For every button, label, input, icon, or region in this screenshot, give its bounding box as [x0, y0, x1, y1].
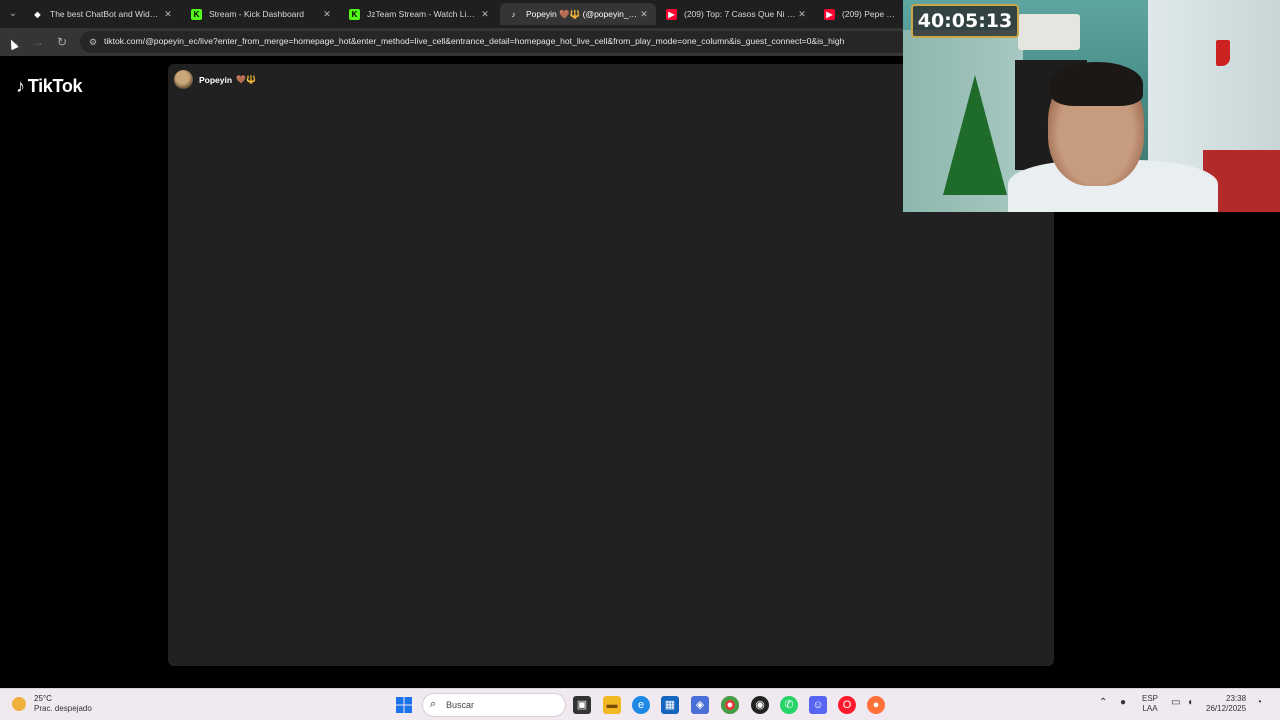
language-indicator[interactable]: ESP LAA — [1142, 694, 1158, 714]
address-bar-input[interactable]: ⚙ tiktok.com/@popeyin_ec/live?enter_from… — [80, 31, 910, 53]
kick-favicon-icon: K — [191, 8, 202, 20]
host-info[interactable]: Popeyin 🤎🔱 — [174, 70, 256, 89]
tab-youtube-pepe[interactable]: ▶ (209) Pepe Quinta — [816, 3, 906, 25]
clock-date: 26/12/2025 — [1206, 704, 1247, 713]
network-icon[interactable]: ▭ — [1171, 698, 1180, 708]
search-icon: ⌕ — [430, 698, 437, 710]
webcam-person-hair — [1051, 62, 1143, 106]
close-icon[interactable]: ✕ — [638, 9, 650, 20]
whatsapp-icon[interactable]: ✆ — [780, 696, 798, 714]
tiktok-logo[interactable]: ♪ TikTok — [16, 76, 83, 97]
firefox-browser-icon[interactable]: ● — [867, 696, 885, 714]
stream-timer: 40:05:13 — [911, 4, 1019, 38]
reload-icon[interactable]: ↻ — [54, 34, 70, 50]
close-icon[interactable]: ✕ — [796, 9, 808, 20]
avatar[interactable] — [174, 70, 193, 89]
microphone-icon[interactable]: ● — [1120, 698, 1126, 708]
url-text: tiktok.com/@popeyin_ec/live?enter_from_m… — [104, 36, 845, 46]
christmas-tree-icon — [943, 75, 1007, 195]
christmas-stocking-icon — [1216, 40, 1230, 66]
tray-chevron-up-icon[interactable]: ⌃ — [1099, 698, 1107, 708]
site-info-icon[interactable]: ⚙ — [87, 36, 99, 48]
tab-chatbot[interactable]: ◆ The best ChatBot and Widgets ✕ — [24, 3, 180, 25]
clock-time: 23:38 — [1226, 694, 1247, 703]
app-launcher-icon[interactable]: ◈ — [691, 696, 709, 714]
close-icon[interactable]: ✕ — [162, 9, 174, 20]
tab-popeyin-tiktok[interactable]: ♪ Popeyin 🤎🔱 (@popeyin_ec) ✕ — [500, 3, 656, 25]
weather-condition: Prac. despejado — [34, 704, 92, 713]
taskbar-search-input[interactable]: ⌕ Buscar — [422, 693, 566, 717]
discord-icon[interactable]: ☺ — [809, 696, 827, 714]
tiktok-note-icon: ♪ — [16, 76, 25, 96]
search-placeholder: Buscar — [446, 700, 475, 710]
task-view-icon[interactable]: ▣ — [573, 696, 591, 714]
close-icon[interactable]: ✕ — [321, 9, 333, 20]
weather-widget[interactable]: 25°C Prac. despejado — [12, 694, 92, 714]
keyboard-layout: LAA — [1142, 704, 1158, 713]
volume-icon[interactable]: ◖ — [1187, 698, 1193, 708]
notification-bell-icon[interactable]: ◔ — [1256, 698, 1262, 708]
windows-taskbar: 25°C Prac. despejado ⌕ Buscar ▣ ▬ e ▦ ◈ … — [0, 688, 1280, 720]
file-explorer-icon[interactable]: ▬ — [603, 696, 621, 714]
tab-title: (209) Top: 7 Casos Que Ni Siqu — [684, 9, 796, 19]
tiktok-favicon-icon: ♪ — [511, 9, 516, 19]
obs-studio-icon[interactable]: ◉ — [751, 696, 769, 714]
forward-arrow-icon[interactable]: → — [30, 34, 46, 50]
tab-title: Stream - Kick Dashboard — [209, 9, 304, 19]
weather-sun-icon — [12, 697, 26, 711]
tab-title: Popeyin 🤎🔱 (@popeyin_ec) — [526, 8, 638, 19]
chatbot-favicon-icon: ◆ — [34, 9, 41, 19]
webcam-overlay: 40:05:13 — [903, 0, 1280, 212]
chrome-browser-icon[interactable]: ● — [721, 696, 739, 714]
clock[interactable]: 23:38 26/12/2025 — [1206, 694, 1246, 714]
kick-favicon-icon: K — [349, 8, 360, 20]
host-badges: 🤎🔱 — [236, 75, 256, 84]
tab-title: (209) Pepe Quinta — [842, 9, 900, 19]
tab-kick-dashboard[interactable]: K Stream - Kick Dashboard ✕ — [183, 3, 339, 25]
logo-text: TikTok — [27, 76, 83, 96]
youtube-favicon-icon: ▶ — [666, 8, 677, 20]
tab-jzteam-stream[interactable]: K JzTeam Stream - Watch Live on ✕ — [341, 3, 497, 25]
tab-youtube-top-7[interactable]: ▶ (209) Top: 7 Casos Que Ni Siqu ✕ — [658, 3, 814, 25]
tab-title: The best ChatBot and Widgets — [50, 9, 162, 19]
webcam-air-conditioner — [1018, 14, 1080, 50]
youtube-favicon-icon: ▶ — [824, 8, 835, 20]
microsoft-store-icon[interactable]: ▦ — [661, 696, 679, 714]
host-name[interactable]: Popeyin — [199, 75, 232, 85]
tab-search-chevron-icon[interactable]: ⌄ — [4, 5, 22, 23]
windows-start-icon[interactable] — [395, 696, 413, 714]
language-code: ESP — [1142, 694, 1159, 703]
opera-browser-icon[interactable]: O — [838, 696, 856, 714]
weather-temp: 25°C — [34, 694, 52, 703]
edge-browser-icon[interactable]: e — [632, 696, 650, 714]
close-icon[interactable]: ✕ — [479, 9, 491, 20]
tab-title: JzTeam Stream - Watch Live on — [367, 9, 479, 19]
